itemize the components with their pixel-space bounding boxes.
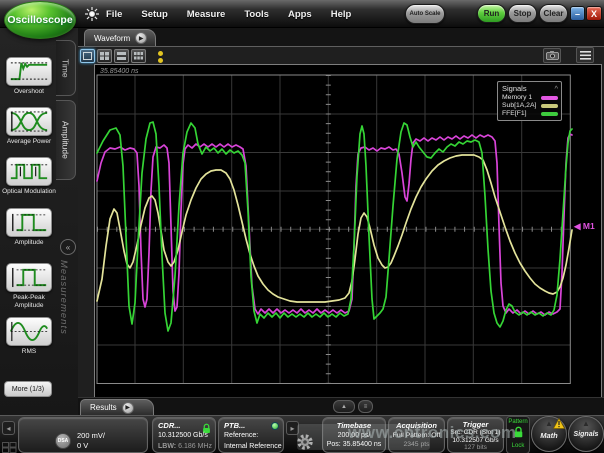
legend-item-label: Sub[1A,2A] bbox=[502, 102, 536, 109]
average-power-icon bbox=[8, 109, 50, 134]
auto-scale-button[interactable]: Auto Scale bbox=[405, 4, 445, 24]
measurement-peak-peak-amplitude[interactable] bbox=[6, 263, 52, 292]
signals-legend[interactable]: Signals ^ Memory 1Sub[1A,2A]FFE[F1] bbox=[497, 81, 562, 121]
math-button[interactable]: ▲ Math bbox=[531, 416, 567, 452]
oscilloscope-app: File Setup Measure Tools Apps Help Auto Scale… bbox=[0, 0, 604, 453]
cdr-panel[interactable]: CDR... 10.312500 Gb/s LBW: 6.186 MHz bbox=[152, 417, 216, 453]
measurement-label: Peak-Peak Amplitude bbox=[0, 294, 58, 310]
panel-grid-icon bbox=[2, 440, 17, 453]
menu-tools[interactable]: Tools bbox=[244, 9, 269, 20]
channel-panel[interactable]: DSA 200 mV/ 0 V bbox=[18, 417, 148, 453]
marker-m1[interactable]: ◀ M1 bbox=[574, 221, 595, 232]
peak-peak-amplitude-icon bbox=[8, 265, 50, 290]
measurement-rms[interactable] bbox=[6, 317, 52, 346]
ptb-line1: Reference: bbox=[224, 432, 258, 441]
tab-results-label: Results bbox=[90, 403, 117, 412]
stop-button[interactable]: Stop bbox=[508, 4, 537, 23]
tab-results[interactable]: Results ▶ bbox=[80, 399, 154, 415]
results-row: Results ▶ ▲ ≡ bbox=[78, 397, 604, 415]
sidebar-tab-time[interactable]: Time bbox=[56, 40, 76, 96]
menu-list: File Setup Measure Tools Apps Help bbox=[106, 0, 351, 28]
channel-scale: 200 mV/ bbox=[77, 432, 105, 441]
legend-swatch bbox=[541, 104, 558, 108]
cdr-lbw: LBW: 6.186 MHz bbox=[158, 443, 212, 452]
tab-menu-icon[interactable]: ▶ bbox=[135, 32, 147, 44]
clear-button[interactable]: Clear bbox=[539, 4, 568, 23]
legend-swatch bbox=[541, 96, 558, 100]
tab-waveform[interactable]: Waveform ▶ bbox=[84, 29, 156, 46]
measurements-sidebar: Overshoot Average Power Optical Modulation… bbox=[0, 28, 78, 415]
sidebar-strip-label: Measurements bbox=[58, 260, 69, 390]
legend-swatch bbox=[541, 112, 558, 116]
rms-icon bbox=[8, 319, 50, 344]
measurement-optical-modulation[interactable] bbox=[6, 157, 52, 186]
layout-grid-button[interactable] bbox=[131, 49, 146, 63]
legend-item[interactable]: FFE[F1] bbox=[502, 110, 558, 117]
scroll-left-icon[interactable]: ◂ bbox=[2, 421, 15, 435]
popup-triangle-icon: ▲ bbox=[569, 419, 603, 428]
measurement-label: Overshoot bbox=[0, 88, 58, 96]
warning-icon bbox=[553, 418, 565, 429]
expand-results-button[interactable]: ▲ bbox=[333, 400, 355, 413]
results-menu-icon[interactable]: ▶ bbox=[122, 402, 134, 414]
menu-measure[interactable]: Measure bbox=[187, 9, 226, 20]
app-logo-label: Oscilloscope bbox=[7, 14, 72, 26]
trigger-bits: 127 bits bbox=[448, 444, 503, 452]
ptb-line2: Internal Reference bbox=[224, 443, 282, 452]
layout-single-button[interactable] bbox=[80, 49, 95, 63]
legend-title: Signals bbox=[502, 84, 527, 93]
trace-memory-1 bbox=[97, 134, 572, 315]
close-button[interactable]: X bbox=[586, 6, 602, 21]
cdr-rate: 10.312500 Gb/s bbox=[158, 432, 208, 441]
layout-quad-button[interactable] bbox=[97, 49, 112, 63]
waveform-plot[interactable]: 35.85400 ns Signals ^ Memory 1Sub[1A,2A]F… bbox=[94, 64, 602, 398]
screenshot-camera-icon[interactable] bbox=[543, 48, 561, 63]
measurement-label: Optical Modulation bbox=[0, 188, 58, 196]
results-options-button[interactable]: ≡ bbox=[358, 400, 373, 413]
legend-item-label: FFE[F1] bbox=[502, 110, 527, 117]
measurement-overshoot[interactable] bbox=[6, 57, 52, 86]
main-area: Waveform ▶ 35.85400 ns Signals ^ bbox=[78, 28, 604, 415]
app-logo: Oscilloscope bbox=[4, 1, 76, 39]
legend-item-label: Memory 1 bbox=[502, 94, 532, 101]
minimize-button[interactable]: – bbox=[570, 6, 585, 21]
marker-arrow-icon: ◀ bbox=[574, 221, 581, 231]
menu-apps[interactable]: Apps bbox=[288, 9, 312, 20]
menu-setup[interactable]: Setup bbox=[141, 9, 167, 20]
measurement-label: Amplitude bbox=[0, 239, 58, 247]
chevron-left-icon: « bbox=[66, 243, 70, 252]
waveform-panel: 35.85400 ns Signals ^ Memory 1Sub[1A,2A]F… bbox=[78, 46, 604, 397]
channel-offset: 0 V bbox=[77, 442, 88, 451]
measurement-average-power[interactable] bbox=[6, 107, 52, 136]
measurement-amplitude[interactable] bbox=[6, 208, 52, 237]
overshoot-icon bbox=[8, 59, 50, 84]
run-button[interactable]: Run bbox=[477, 4, 506, 23]
optical-modulation-icon bbox=[8, 159, 50, 184]
amplitude-icon bbox=[8, 210, 50, 235]
legend-item[interactable]: Memory 1 bbox=[502, 94, 558, 101]
more-measurements-button[interactable]: More (1/3) bbox=[4, 381, 52, 397]
hamburger-menu-icon[interactable] bbox=[576, 47, 594, 63]
channel-badge: DSA bbox=[55, 433, 71, 449]
tab-waveform-label: Waveform bbox=[94, 34, 130, 43]
status-dot-icon bbox=[158, 51, 163, 56]
status-dot-icon bbox=[158, 58, 163, 63]
sun-icon[interactable] bbox=[84, 6, 100, 22]
measurement-label: Average Power bbox=[0, 138, 58, 146]
measurement-label: RMS bbox=[0, 348, 58, 356]
status-led-icon bbox=[271, 422, 279, 430]
layout-rows-button[interactable] bbox=[114, 49, 129, 63]
menu-file[interactable]: File bbox=[106, 9, 122, 20]
menubar: File Setup Measure Tools Apps Help Auto Scale… bbox=[0, 0, 604, 28]
horizontal-position-readout: 35.85400 ns bbox=[100, 68, 139, 75]
legend-item[interactable]: Sub[1A,2A] bbox=[502, 102, 558, 109]
signals-button[interactable]: ▲ Signals bbox=[568, 416, 604, 452]
ptb-panel[interactable]: PTB... Reference: Internal Reference bbox=[218, 417, 284, 453]
legend-collapse-icon[interactable]: ^ bbox=[554, 84, 558, 93]
watermark: www.cntronics.com bbox=[348, 423, 516, 443]
menu-help[interactable]: Help bbox=[331, 9, 352, 20]
sidebar-tab-amplitude[interactable]: Amplitude bbox=[56, 100, 76, 180]
sidebar-collapse-button[interactable]: « bbox=[60, 239, 76, 255]
